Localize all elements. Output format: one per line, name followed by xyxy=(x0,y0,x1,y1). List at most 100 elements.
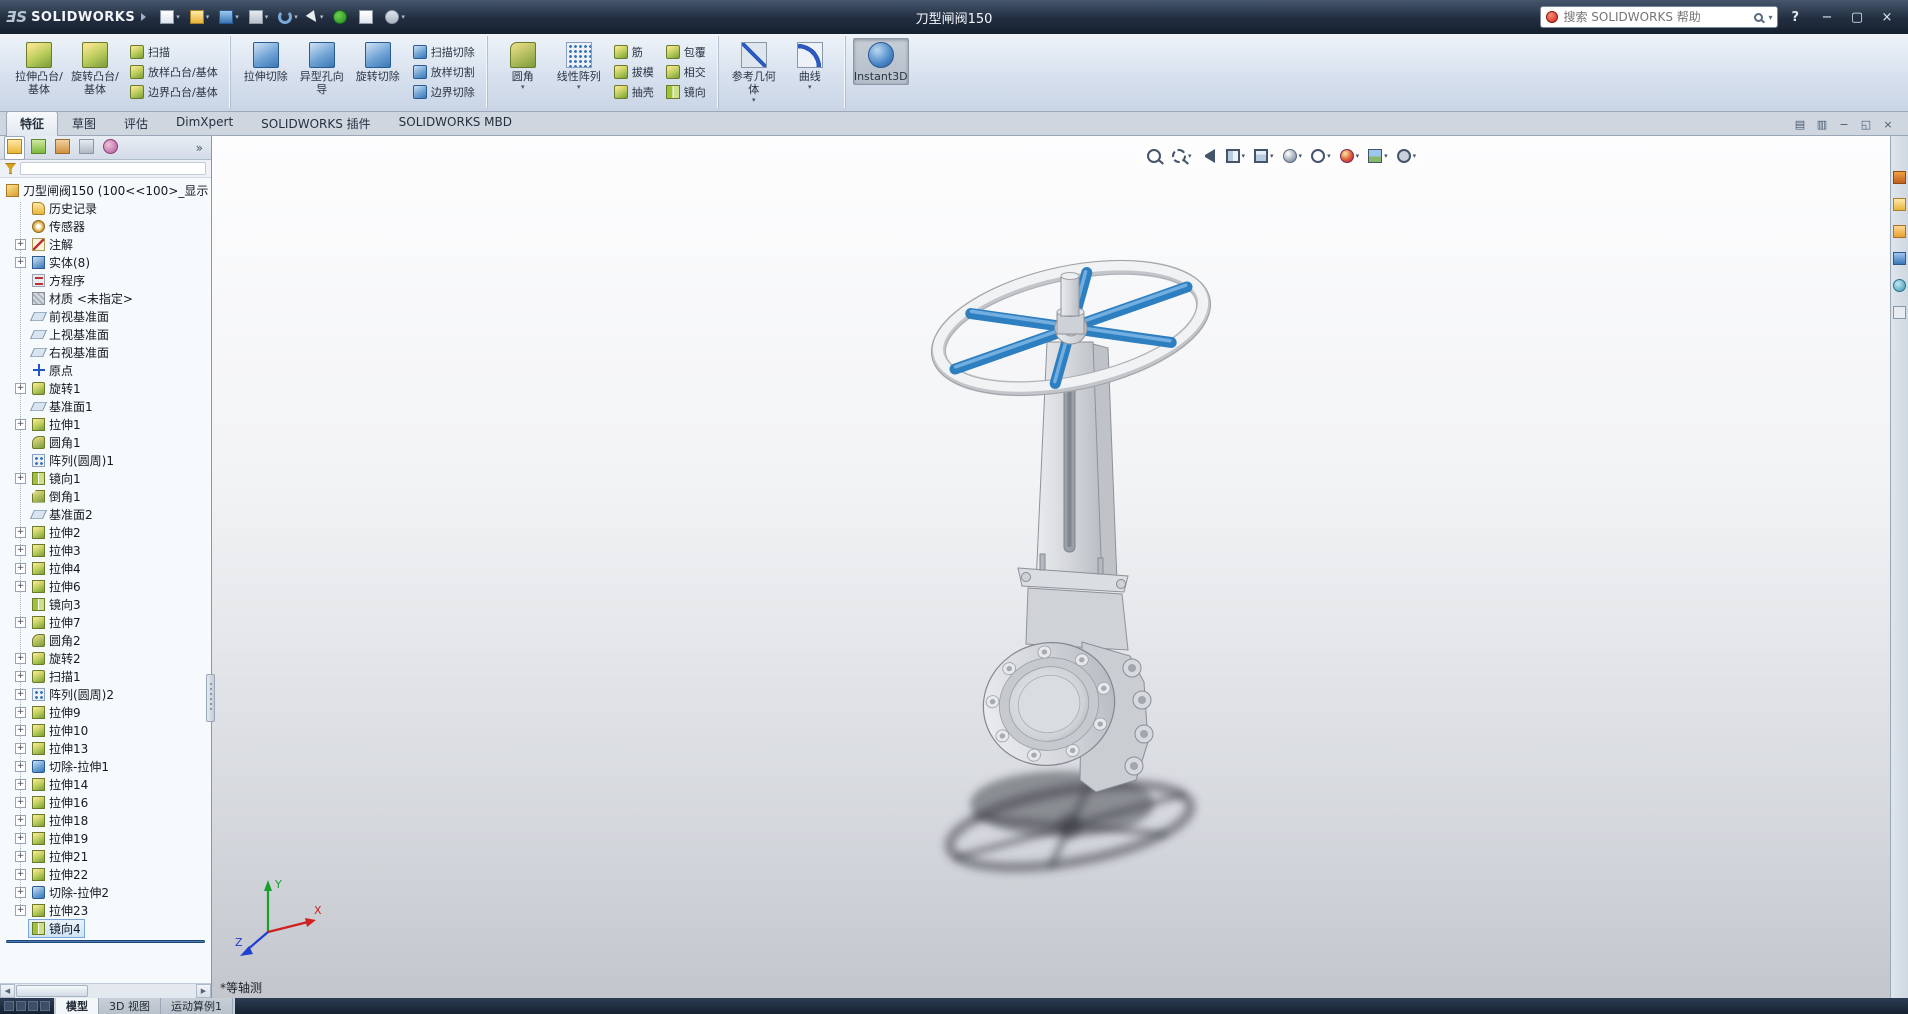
tree-item[interactable]: + 拉伸23 xyxy=(0,901,211,919)
expander-icon[interactable]: + xyxy=(15,671,26,682)
tree-item[interactable]: 圆角1 xyxy=(0,433,211,451)
tree-item[interactable]: + 拉伸22 xyxy=(0,865,211,883)
expander-icon[interactable]: + xyxy=(15,473,26,484)
search-icon[interactable] xyxy=(1754,13,1763,22)
tree-item[interactable]: 基准面1 xyxy=(0,397,211,415)
document-tab[interactable]: 模型 xyxy=(56,998,99,1014)
revolved-cut-button[interactable]: 旋转切除 xyxy=(350,38,406,98)
commandmanager-tab[interactable]: 特征 xyxy=(6,111,58,136)
dropdown-caret-icon[interactable]: ▾ xyxy=(235,13,239,21)
propertymanager-tab[interactable] xyxy=(28,136,49,160)
hole-wizard-button[interactable]: 异型孔向导 xyxy=(294,38,350,98)
design-library-tab[interactable] xyxy=(1892,197,1907,215)
expander-icon[interactable]: + xyxy=(15,239,26,250)
expander-icon[interactable] xyxy=(15,311,26,322)
expander-icon[interactable]: + xyxy=(15,797,26,808)
apply-scene-button[interactable]: ▾ xyxy=(1365,146,1391,166)
tree-item[interactable]: 上视基准面 xyxy=(0,325,211,343)
tree-item[interactable]: + 拉伸19 xyxy=(0,829,211,847)
expander-icon[interactable]: + xyxy=(15,869,26,880)
featuremanager-tab[interactable] xyxy=(4,136,25,160)
tree-item[interactable]: + 拉伸6 xyxy=(0,577,211,595)
expander-icon[interactable]: + xyxy=(15,887,26,898)
expander-icon[interactable] xyxy=(15,635,26,646)
tree-item[interactable]: + 拉伸10 xyxy=(0,721,211,739)
displaymanager-tab[interactable] xyxy=(100,136,121,160)
panel-splitter-handle[interactable] xyxy=(206,674,215,722)
tree-item[interactable]: 方程序 xyxy=(0,271,211,289)
expander-icon[interactable]: + xyxy=(15,419,26,430)
expander-icon[interactable]: + xyxy=(15,707,26,718)
expander-icon[interactable]: + xyxy=(15,743,26,754)
edit-appearance-button[interactable]: ▾ xyxy=(1337,146,1363,166)
dropdown-caret-icon[interactable]: ▾ xyxy=(294,13,298,21)
tree-item[interactable]: + 拉伸9 xyxy=(0,703,211,721)
appearances-scenes-tab[interactable] xyxy=(1892,278,1907,296)
open-button[interactable]: ▾ xyxy=(186,7,214,27)
tree-item[interactable]: + 镜向1 xyxy=(0,469,211,487)
expander-icon[interactable]: + xyxy=(15,779,26,790)
expander-icon[interactable]: + xyxy=(15,689,26,700)
minimize-document-button[interactable]: − xyxy=(1834,116,1854,132)
panel-overflow-chevron[interactable]: » xyxy=(192,141,207,155)
dropdown-caret-icon[interactable]: ▾ xyxy=(1384,152,1388,160)
tree-item[interactable]: 原点 xyxy=(0,361,211,379)
expander-icon[interactable]: + xyxy=(15,851,26,862)
filter-funnel-icon[interactable] xyxy=(5,163,16,174)
scrollbar-thumb[interactable] xyxy=(16,985,88,997)
lofted-boss-button[interactable]: 放样凸台/基体 xyxy=(127,63,221,80)
dropdown-caret-icon[interactable]: ▾ xyxy=(176,13,180,21)
save-button[interactable]: ▾ xyxy=(215,7,243,27)
shell-button[interactable]: 抽壳 xyxy=(611,83,657,100)
options-button[interactable]: ▾ xyxy=(381,7,409,27)
minimize-button[interactable]: − xyxy=(1812,5,1842,29)
commandmanager-tab[interactable]: SOLIDWORKS MBD xyxy=(385,111,526,135)
maximize-button[interactable]: ▢ xyxy=(1842,5,1872,29)
display-style-button[interactable]: ▾ xyxy=(1280,146,1306,166)
tree-item[interactable]: + 拉伸2 xyxy=(0,523,211,541)
expander-icon[interactable]: + xyxy=(15,617,26,628)
expander-icon[interactable]: + xyxy=(15,581,26,592)
tree-item[interactable]: + 拉伸21 xyxy=(0,847,211,865)
tree-item[interactable]: + 拉伸4 xyxy=(0,559,211,577)
tree-item[interactable]: 倒角1 xyxy=(0,487,211,505)
boundary-cut-button[interactable]: 边界切除 xyxy=(410,83,478,100)
boss-extrude-button[interactable]: 拉伸凸台/基体 xyxy=(11,38,67,98)
select-button[interactable]: ▾ xyxy=(304,9,328,26)
tree-item[interactable]: + 拉伸13 xyxy=(0,739,211,757)
swept-cut-button[interactable]: 扫描切除 xyxy=(410,43,478,60)
expander-icon[interactable] xyxy=(15,329,26,340)
search-box[interactable]: ▾ xyxy=(1540,6,1778,28)
help-button[interactable]: ? xyxy=(1784,8,1806,27)
document-tab[interactable]: 运动算例1 xyxy=(161,998,233,1014)
dropdown-caret-icon[interactable]: ▾ xyxy=(265,13,269,21)
tree-item[interactable]: + 拉伸3 xyxy=(0,541,211,559)
dropdown-caret-icon[interactable]: ▾ xyxy=(1413,152,1417,160)
expander-icon[interactable]: + xyxy=(15,383,26,394)
print-button[interactable]: ▾ xyxy=(245,7,273,27)
draft-button[interactable]: 拔模 xyxy=(611,63,657,80)
tree-item[interactable]: 传感器 xyxy=(0,217,211,235)
expander-icon[interactable]: + xyxy=(15,527,26,538)
zoom-fit-button[interactable] xyxy=(1144,146,1166,166)
tree-item[interactable]: 阵列(圆周)1 xyxy=(0,451,211,469)
expander-icon[interactable] xyxy=(15,599,26,610)
expander-icon[interactable]: + xyxy=(15,833,26,844)
tree-filter-input[interactable] xyxy=(20,162,206,175)
dropdown-caret-icon[interactable]: ▾ xyxy=(1188,152,1192,160)
commandmanager-tab[interactable]: DimXpert xyxy=(162,111,247,135)
expander-icon[interactable]: + xyxy=(15,815,26,826)
custom-properties-tab[interactable] xyxy=(1892,305,1907,323)
section-view-button[interactable]: ▾ xyxy=(1223,146,1249,166)
previous-view-button[interactable] xyxy=(1198,146,1220,166)
expander-icon[interactable] xyxy=(15,509,26,520)
new-button[interactable]: ▾ xyxy=(156,7,184,27)
tree-item[interactable]: 圆角2 xyxy=(0,631,211,649)
expander-icon[interactable] xyxy=(15,275,26,286)
rebuild-button[interactable] xyxy=(329,7,353,27)
linear-pattern-button[interactable]: 线性阵列 ▾ xyxy=(551,38,607,93)
hide-show-items-button[interactable]: ▾ xyxy=(1308,146,1334,166)
tree-item[interactable]: 基准面2 xyxy=(0,505,211,523)
tree-root-item[interactable]: 刀型闸阀150 (100<<100>_显示 xyxy=(0,181,211,199)
undo-button[interactable]: ▾ xyxy=(274,7,302,27)
